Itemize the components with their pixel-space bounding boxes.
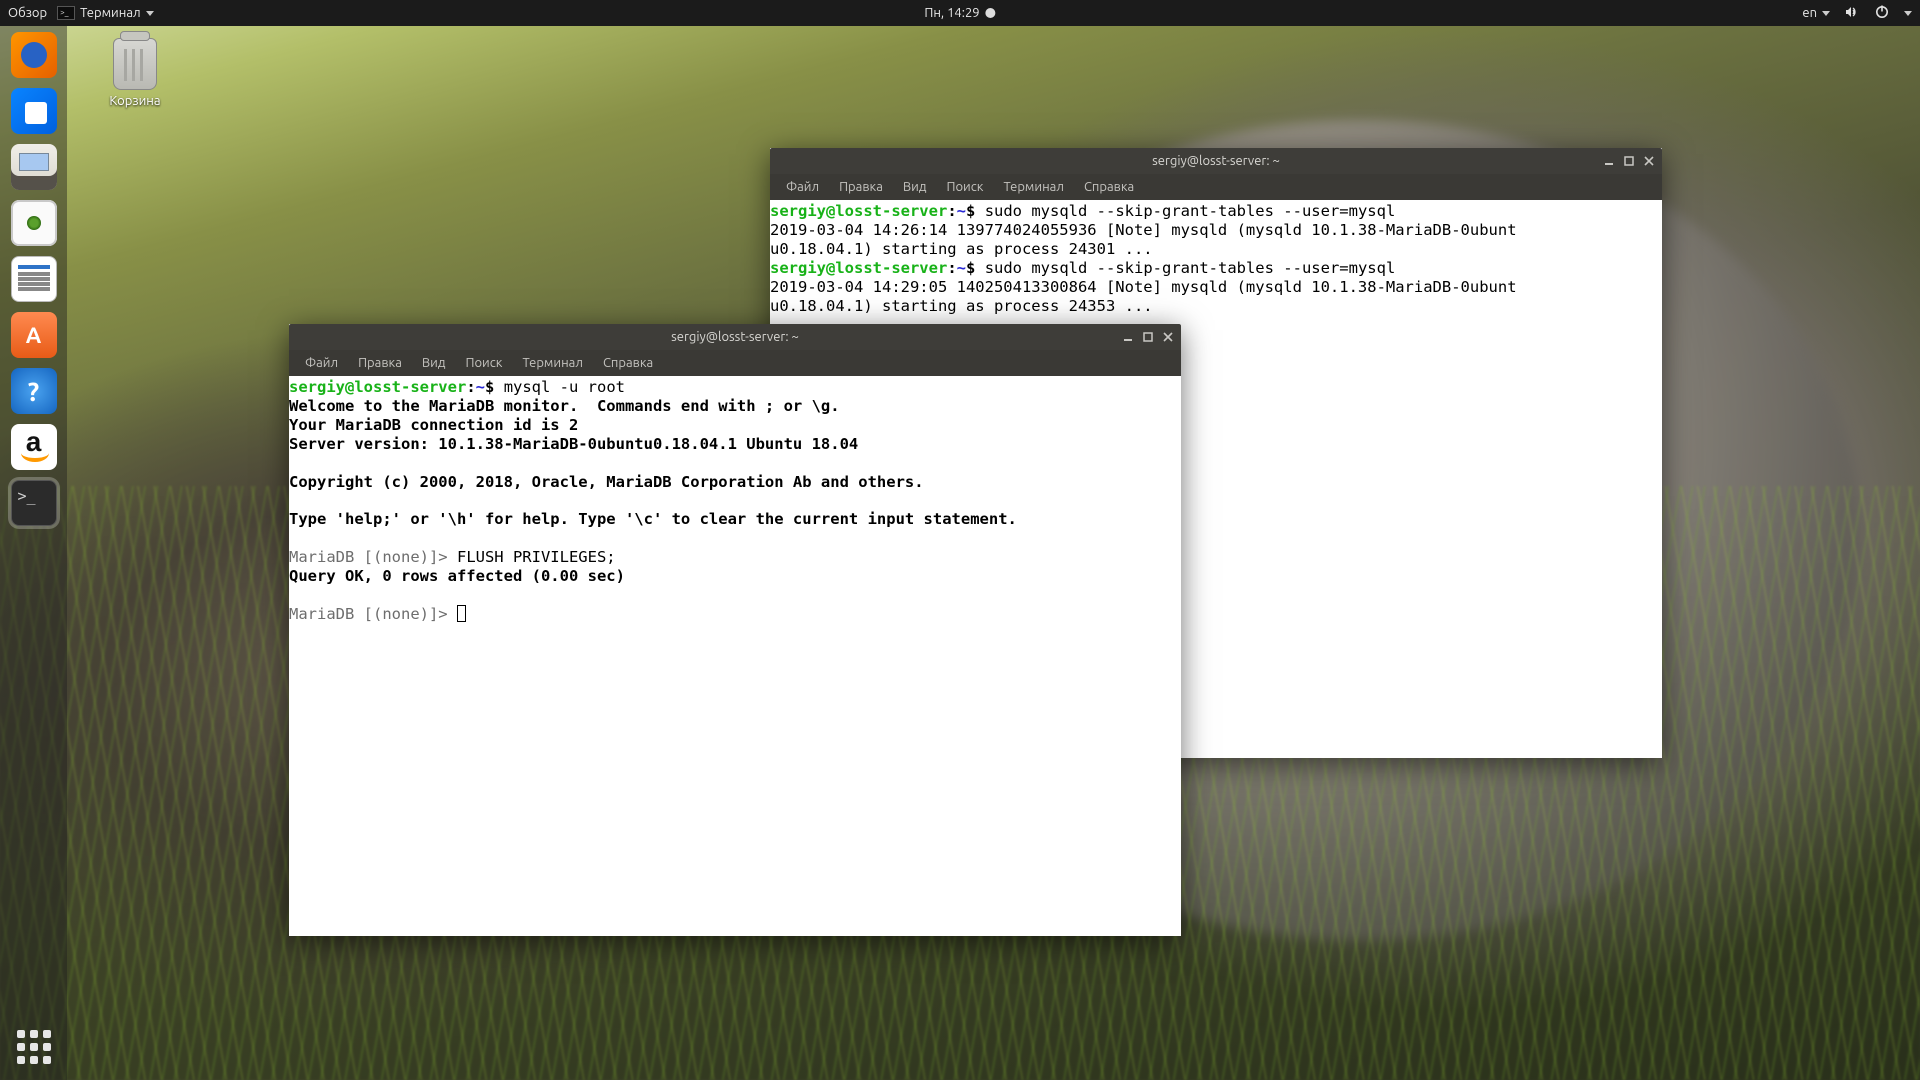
menubar: Файл Правка Вид Поиск Терминал Справка — [770, 174, 1662, 200]
notification-dot-icon — [986, 8, 996, 18]
prompt-path: ~ — [957, 202, 966, 220]
dock-app-help[interactable] — [11, 368, 57, 414]
dock-app-files[interactable] — [11, 144, 57, 190]
output-line: Server version: 10.1.38-MariaDB-0ubuntu0… — [289, 435, 858, 453]
window-title: sergiy@losst-server: ~ — [1152, 154, 1280, 168]
output-line: Your MariaDB connection id is 2 — [289, 416, 578, 434]
terminal-icon — [57, 6, 75, 20]
input-source-label: en — [1802, 6, 1817, 20]
menu-terminal[interactable]: Терминал — [993, 174, 1073, 200]
dock-app-terminal[interactable] — [11, 480, 57, 526]
dock-app-firefox[interactable] — [11, 32, 57, 78]
prompt-sigil: $ — [966, 259, 975, 277]
prompt-userhost: sergiy@losst-server — [770, 259, 947, 277]
minimize-button[interactable] — [1119, 328, 1137, 346]
mariadb-prompt: MariaDB [(none)]> — [289, 605, 457, 623]
dock-app-amazon[interactable] — [11, 424, 57, 470]
output-line: Type 'help;' or '\h' for help. Type '\c'… — [289, 510, 1017, 528]
gnome-topbar: Обзор Терминал Пн, 14:29 en — [0, 0, 1920, 26]
chevron-down-icon — [1822, 11, 1830, 16]
show-applications-button[interactable] — [11, 1024, 57, 1070]
output-line: u0.18.04.1) starting as process 24353 ..… — [770, 297, 1153, 315]
app-menu[interactable]: Терминал — [57, 6, 153, 20]
titlebar[interactable]: sergiy@losst-server: ~ — [770, 148, 1662, 174]
dock-app-thunderbird[interactable] — [11, 88, 57, 134]
menu-search[interactable]: Поиск — [936, 174, 993, 200]
menu-help[interactable]: Справка — [1074, 174, 1144, 200]
prompt-path: ~ — [957, 259, 966, 277]
desktop: Обзор Терминал Пн, 14:29 en — [0, 0, 1920, 1080]
close-button[interactable] — [1640, 152, 1658, 170]
input-source[interactable]: en — [1802, 6, 1830, 20]
menu-edit[interactable]: Правка — [348, 350, 412, 376]
menu-file[interactable]: Файл — [295, 350, 348, 376]
minimize-button[interactable] — [1600, 152, 1618, 170]
command-text: sudo mysqld --skip-grant-tables --user=m… — [985, 202, 1396, 220]
app-menu-label: Терминал — [80, 6, 140, 20]
trash-label: Корзина — [90, 94, 180, 108]
menu-search[interactable]: Поиск — [455, 350, 512, 376]
chevron-down-icon — [1904, 11, 1912, 16]
prompt-sigil: $ — [485, 378, 494, 396]
command-text: sudo mysqld --skip-grant-tables --user=m… — [985, 259, 1396, 277]
menubar: Файл Правка Вид Поиск Терминал Справка — [289, 350, 1181, 376]
desktop-trash[interactable]: Корзина — [90, 38, 180, 108]
output-line: Query OK, 0 rows affected (0.00 sec) — [289, 567, 625, 585]
trash-icon — [113, 38, 157, 90]
terminal-output[interactable]: sergiy@losst-server:~$ mysql -u root Wel… — [289, 376, 1181, 936]
menu-edit[interactable]: Правка — [829, 174, 893, 200]
output-line: u0.18.04.1) starting as process 24301 ..… — [770, 240, 1153, 258]
output-line: Welcome to the MariaDB monitor. Commands… — [289, 397, 840, 415]
dock — [0, 26, 67, 1080]
dock-app-rhythmbox[interactable] — [11, 200, 57, 246]
sql-statement: FLUSH PRIVILEGES; — [457, 548, 616, 566]
chevron-down-icon — [146, 11, 154, 16]
clock-area[interactable]: Пн, 14:29 — [924, 6, 995, 20]
prompt-userhost: sergiy@losst-server — [770, 202, 947, 220]
output-line: 2019-03-04 14:26:14 139774024055936 [Not… — [770, 221, 1517, 239]
prompt-path: ~ — [476, 378, 485, 396]
mariadb-prompt: MariaDB [(none)]> — [289, 548, 457, 566]
activities-button[interactable]: Обзор — [8, 6, 47, 20]
prompt-sigil: $ — [966, 202, 975, 220]
window-title: sergiy@losst-server: ~ — [671, 330, 799, 344]
menu-file[interactable]: Файл — [776, 174, 829, 200]
titlebar[interactable]: sergiy@losst-server: ~ — [289, 324, 1181, 350]
output-line: Copyright (c) 2000, 2018, Oracle, MariaD… — [289, 473, 924, 491]
prompt-userhost: sergiy@losst-server — [289, 378, 466, 396]
maximize-button[interactable] — [1620, 152, 1638, 170]
cursor-icon — [457, 605, 466, 622]
dock-app-writer[interactable] — [11, 256, 57, 302]
command-text: mysql -u root — [504, 378, 625, 396]
clock-label: Пн, 14:29 — [924, 6, 979, 20]
dock-app-software[interactable] — [11, 312, 57, 358]
terminal-window-front[interactable]: sergiy@losst-server: ~ Файл Правка Вид П… — [289, 324, 1181, 936]
close-button[interactable] — [1159, 328, 1177, 346]
menu-help[interactable]: Справка — [593, 350, 663, 376]
menu-terminal[interactable]: Терминал — [512, 350, 592, 376]
menu-view[interactable]: Вид — [893, 174, 937, 200]
menu-view[interactable]: Вид — [412, 350, 456, 376]
power-icon[interactable] — [1874, 4, 1890, 23]
output-line: 2019-03-04 14:29:05 140250413300864 [Not… — [770, 278, 1517, 296]
maximize-button[interactable] — [1139, 328, 1157, 346]
volume-icon[interactable] — [1844, 4, 1860, 23]
